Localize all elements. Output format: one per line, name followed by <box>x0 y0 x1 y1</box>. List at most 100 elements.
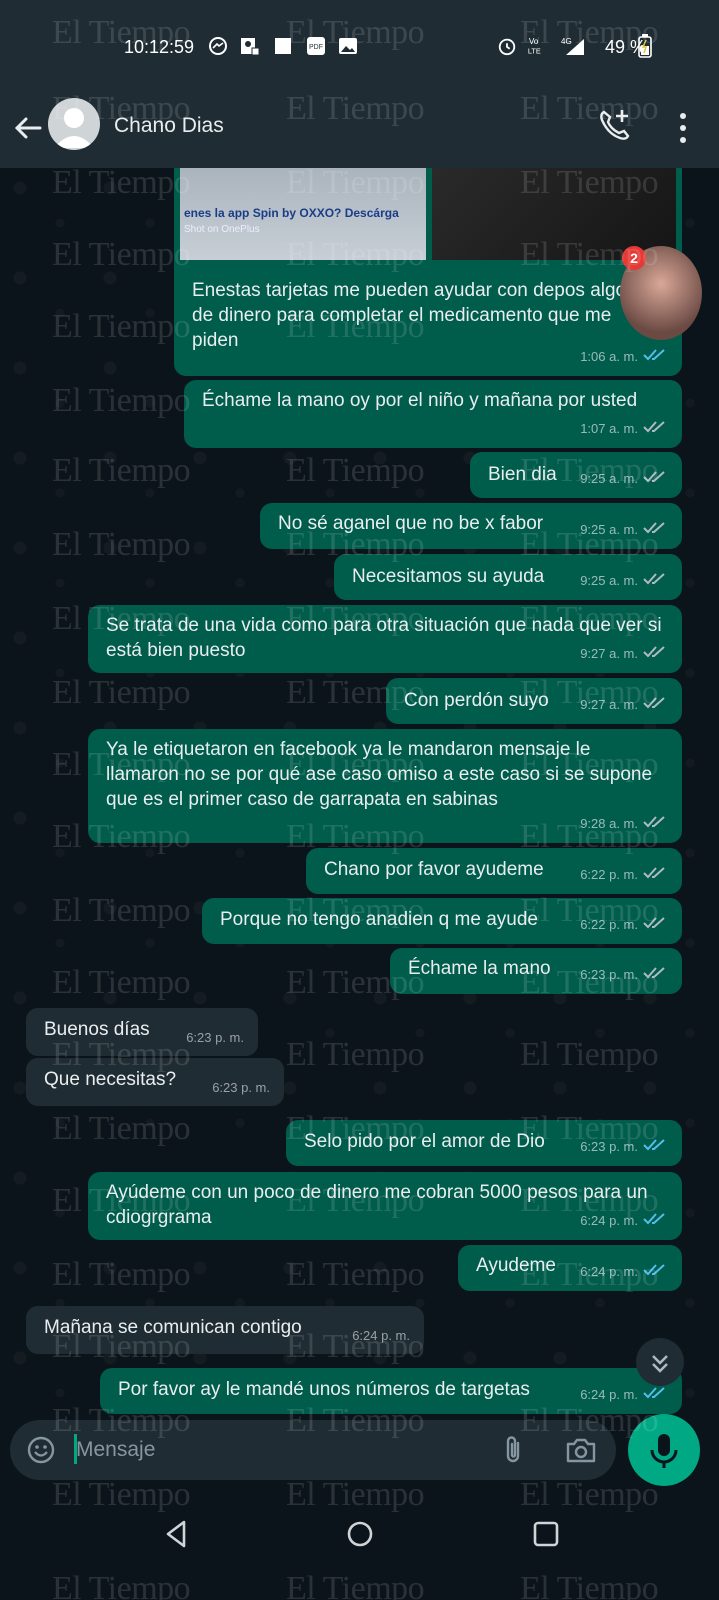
message-time: 6:22 p. m. <box>580 916 638 932</box>
message-time: 1:07 a. m. <box>580 420 638 436</box>
message-time: 6:23 p. m. <box>580 1138 638 1154</box>
photo-watermark-text: Shot on OnePlus <box>184 224 260 235</box>
message-meta: 9:27 a. m. <box>580 641 668 667</box>
message-bubble[interactable]: Necesitamos su ayuda 9:25 a. m. <box>334 554 682 600</box>
message-meta: 6:24 p. m. <box>580 1208 668 1234</box>
message-text: Enestas tarjetas me pueden ayudar con de… <box>192 280 627 351</box>
message-time: 6:23 p. m. <box>212 1080 270 1095</box>
image-icon <box>339 38 357 54</box>
back-arrow-icon[interactable] <box>8 108 48 148</box>
camera-icon[interactable] <box>564 1434 598 1466</box>
nav-back-icon[interactable] <box>156 1514 196 1554</box>
message-bubble-incoming[interactable]: Mañana se comunican contigo 6:24 p. m. <box>26 1306 424 1354</box>
add-call-icon[interactable] <box>596 106 634 144</box>
chat-header: Chano Dias <box>0 90 719 168</box>
message-bubble-incoming[interactable]: Que necesitas? 6:23 p. m. <box>26 1058 284 1106</box>
delivered-receipt-icon <box>642 417 668 442</box>
delivered-receipt-icon <box>642 963 668 988</box>
message-composer <box>10 1420 616 1480</box>
message-bubble[interactable]: Porque no tengo anadien q me ayude 6:22 … <box>202 898 682 944</box>
read-receipt-icon <box>642 1209 668 1234</box>
contact-name[interactable]: Chano Dias <box>114 114 224 138</box>
delivered-receipt-icon <box>642 863 668 888</box>
message-meta: 6:23 p. m. <box>580 962 668 988</box>
message-bubble[interactable]: Échame la mano oy por el niño y mañana p… <box>184 380 682 448</box>
system-navigation-bar <box>0 1496 719 1600</box>
nav-home-icon[interactable] <box>340 1514 380 1554</box>
emoji-icon[interactable] <box>26 1435 56 1465</box>
delivered-receipt-icon <box>642 518 668 543</box>
message-meta: 9:28 a. m. <box>580 811 668 837</box>
message-time: 9:27 a. m. <box>580 696 638 712</box>
message-bubble-incoming[interactable]: Buenos días 6:23 p. m. <box>26 1008 258 1056</box>
status-time: 10:12:59 <box>124 37 195 57</box>
message-meta: 9:27 a. m. <box>580 692 668 718</box>
message-meta: 9:25 a. m. <box>580 517 668 543</box>
volte-icon: VoLTE <box>528 37 541 55</box>
message-time: 6:23 p. m. <box>186 1030 244 1045</box>
attached-photo-right[interactable] <box>432 168 676 260</box>
avatar[interactable] <box>48 98 100 150</box>
message-meta: 9:25 a. m. <box>580 466 668 492</box>
battery-icon <box>638 34 652 58</box>
pdf-icon: PDF <box>307 37 325 55</box>
read-receipt-icon <box>642 1135 668 1160</box>
svg-text:Vo: Vo <box>529 37 539 46</box>
scroll-to-bottom-button[interactable] <box>636 1338 684 1386</box>
square-icon <box>275 38 291 54</box>
svg-text:PDF: PDF <box>309 44 323 51</box>
message-meta: 6:22 p. m. <box>580 862 668 888</box>
message-bubble[interactable]: Enestas tarjetas me pueden ayudar con de… <box>174 268 682 376</box>
message-bubble[interactable]: No sé aganel que no be x fabor 9:25 a. m… <box>260 503 682 549</box>
message-bubble[interactable]: Por favor ay le mandé unos números de ta… <box>100 1368 682 1414</box>
message-time: 6:24 p. m. <box>580 1263 638 1279</box>
delivered-receipt-icon <box>642 812 668 837</box>
svg-text:4G: 4G <box>561 37 572 46</box>
microphone-icon <box>650 1434 678 1468</box>
delivered-receipt-icon <box>642 467 668 492</box>
message-bubble[interactable]: Ya le etiquetaron en facebook ya le mand… <box>88 729 682 843</box>
message-bubble[interactable]: Ayúdeme con un poco de dinero me cobran … <box>88 1172 682 1240</box>
delivered-receipt-icon <box>642 693 668 718</box>
message-bubble[interactable]: Bien dia 9:25 a. m. <box>470 452 682 498</box>
status-bar: 10:12:59 PDF Vo LTE 4G 49 % <box>0 0 719 90</box>
message-bubble[interactable]: Ayudeme 6:24 p. m. <box>458 1245 682 1291</box>
message-meta: 6:23 p. m. <box>580 1134 668 1160</box>
message-meta: 9:25 a. m. <box>580 568 668 594</box>
message-time: 9:25 a. m. <box>580 521 638 537</box>
message-meta: 6:24 p. m. <box>580 1259 668 1285</box>
message-bubble[interactable]: Selo pido por el amor de Dio 6:23 p. m. <box>286 1120 682 1166</box>
alarm-icon <box>498 38 516 56</box>
message-bubble[interactable]: Con perdón suyo 9:27 a. m. <box>386 678 682 724</box>
voice-message-button[interactable] <box>628 1414 700 1486</box>
message-bubble[interactable]: Échame la mano 6:23 p. m. <box>390 948 682 994</box>
message-text: Échame la mano oy por el niño y mañana p… <box>202 390 638 411</box>
message-bubble[interactable]: Chano por favor ayudeme 6:22 p. m. <box>306 848 682 894</box>
attached-photo-left[interactable]: enes la app Spin by OXXO? Descárga Shot … <box>180 168 426 260</box>
messenger-icon <box>209 37 227 55</box>
message-time: 6:24 p. m. <box>580 1386 638 1402</box>
message-input[interactable] <box>76 1430 476 1470</box>
message-time: 9:27 a. m. <box>580 645 638 661</box>
message-meta: 1:06 a. m. <box>580 344 668 370</box>
more-options-icon[interactable] <box>668 108 698 148</box>
paperclip-icon[interactable] <box>498 1434 528 1466</box>
default-avatar-icon <box>54 108 94 148</box>
nav-recents-icon[interactable] <box>526 1514 566 1554</box>
photo-caption-text: enes la app Spin by OXXO? Descárga <box>184 206 399 220</box>
message-time: 6:24 p. m. <box>352 1328 410 1343</box>
message-meta: 1:07 a. m. <box>580 416 668 442</box>
message-time: 9:25 a. m. <box>580 470 638 486</box>
message-time: 9:25 a. m. <box>580 572 638 588</box>
read-receipt-icon <box>642 1260 668 1285</box>
message-meta: 6:22 p. m. <box>580 912 668 938</box>
signal-4g-icon: 4G <box>561 37 584 55</box>
message-text: Ya le etiquetaron en facebook ya le mand… <box>106 739 653 810</box>
message-time: 6:22 p. m. <box>580 866 638 882</box>
message-time: 6:23 p. m. <box>580 966 638 982</box>
delivered-receipt-icon <box>642 913 668 938</box>
contact-card-icon <box>241 38 260 56</box>
message-time: 9:28 a. m. <box>580 815 638 831</box>
svg-text:LTE: LTE <box>528 46 541 55</box>
message-bubble[interactable]: Se trata de una vida como para otra situ… <box>88 605 682 673</box>
